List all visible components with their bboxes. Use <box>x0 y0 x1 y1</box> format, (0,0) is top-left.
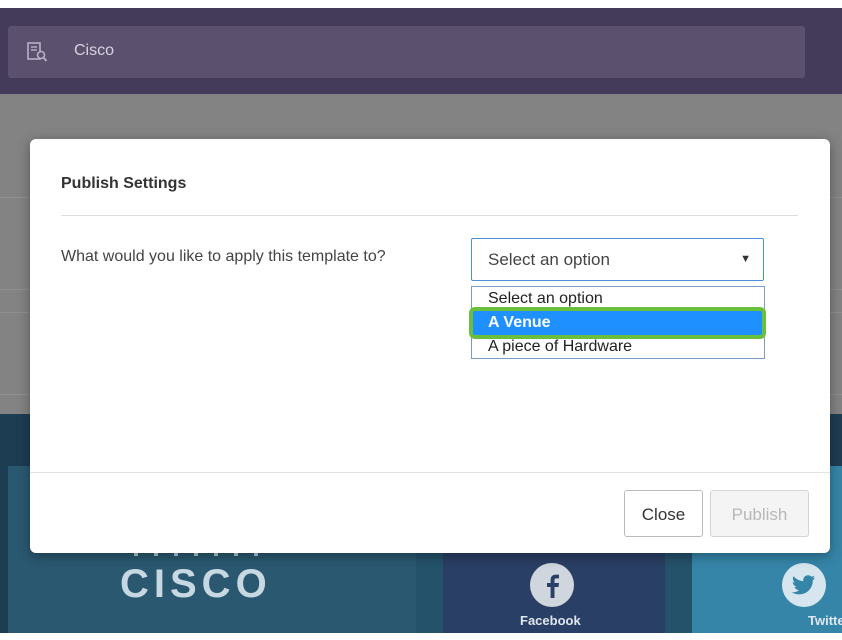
publish-settings-modal: Publish Settings What would you like to … <box>30 139 830 553</box>
template-target-select[interactable]: Select an option ▼ <box>471 238 764 281</box>
close-button[interactable]: Close <box>624 490 703 537</box>
twitter-icon <box>782 563 826 607</box>
cisco-logo-text: CISCO <box>120 562 272 606</box>
header-search-bar[interactable]: Cisco <box>8 26 805 78</box>
top-band <box>0 0 842 8</box>
modal-footer-divider <box>30 472 830 473</box>
caret-down-icon: ▼ <box>740 253 751 265</box>
modal-title: Publish Settings <box>61 175 187 192</box>
page-header: Cisco <box>0 8 842 94</box>
facebook-label: Facebook <box>520 613 581 628</box>
select-current-value: Select an option <box>488 250 610 269</box>
template-target-label: What would you like to apply this templa… <box>61 248 386 265</box>
option-highlight-ring <box>469 307 766 339</box>
document-search-icon <box>27 42 48 62</box>
modal-header-divider <box>61 215 798 216</box>
facebook-icon <box>530 563 574 607</box>
publish-button[interactable]: Publish <box>710 490 809 537</box>
header-title: Cisco <box>74 42 115 59</box>
bottom-band <box>0 633 842 640</box>
twitter-label: Twitter <box>808 613 842 628</box>
